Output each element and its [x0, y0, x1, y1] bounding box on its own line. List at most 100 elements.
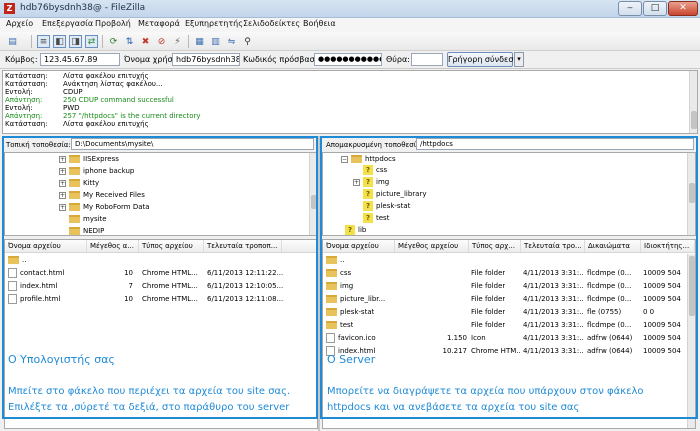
column-size[interactable]: Μέγεθος α... — [87, 240, 139, 252]
column-type[interactable]: Τύπος αρχείου — [139, 240, 204, 252]
column-type[interactable]: Τύπος αρχ... — [469, 240, 521, 252]
reconnect-icon[interactable]: ⚡ — [171, 35, 184, 48]
column-size[interactable]: Μέγεθος αρχείου — [395, 240, 469, 252]
minimize-button[interactable]: ‒ — [618, 1, 642, 16]
menu-help[interactable]: Βοήθεια — [303, 19, 336, 28]
toolbar-separator — [188, 35, 189, 48]
tree-item[interactable]: − httpdocs — [341, 154, 396, 165]
toggle-local-tree-icon[interactable]: ◧ — [53, 35, 66, 48]
search-icon[interactable]: ⚲ — [241, 35, 254, 48]
tree-item[interactable]: ? picture_library — [363, 189, 426, 200]
cancel-icon[interactable]: ✖ — [139, 35, 152, 48]
local-directory-tree[interactable]: + IISExpress + iphone backup + Kitty + My Re… — [4, 152, 318, 236]
remote-path-label: Απομακρυσμένη τοποθεσία: — [326, 141, 424, 149]
local-file-list[interactable]: Όνομα αρχείου Μέγεθος α... Τύπος αρχείου… — [4, 239, 318, 429]
local-caption-line1: Μπείτε στο φάκελο που περιέχει τα αρχεία… — [8, 386, 291, 397]
password-input[interactable]: ●●●●●●●●●●●●● — [314, 53, 382, 66]
compare-icon[interactable]: ▥ — [209, 35, 222, 48]
window-title: hdb76bysdnh38@ - FileZilla — [20, 3, 146, 13]
port-input[interactable] — [411, 53, 443, 66]
folder-icon — [8, 256, 19, 264]
column-modified[interactable]: Τελευταία τρο... — [521, 240, 585, 252]
site-manager-icon[interactable]: ▤ — [6, 35, 19, 48]
folder-icon — [326, 269, 337, 277]
unknown-folder-icon: ? — [363, 177, 373, 187]
filter-icon[interactable]: ▦ — [193, 35, 206, 48]
username-input[interactable]: hdb76bysdnh38 — [172, 53, 240, 66]
column-filename[interactable]: Όνομα αρχείου — [323, 240, 395, 252]
tree-item[interactable]: + IISExpress — [59, 154, 119, 165]
folder-icon — [326, 308, 337, 316]
column-owner[interactable]: Ιδιοκτήτης... — [641, 240, 695, 252]
port-label: Θύρα: — [386, 55, 410, 64]
folder-icon — [326, 321, 337, 329]
tree-item[interactable]: ? lib — [345, 225, 366, 235]
menu-server[interactable]: Εξυπηρετητής — [185, 19, 243, 28]
toolbar — [0, 32, 700, 51]
column-permissions[interactable]: Δικαιώματα — [585, 240, 641, 252]
remote-caption-line1: Μπορείτε να διαγράψετε τα αρχεία που υπά… — [327, 386, 644, 397]
maximize-button[interactable]: □ — [643, 1, 667, 16]
tree-item[interactable]: + iphone backup — [59, 166, 134, 177]
pane-splitter[interactable] — [318, 136, 320, 431]
local-caption-title: Ο Υπολογιστής σας — [8, 353, 115, 366]
unknown-folder-icon: ? — [363, 213, 373, 223]
tree-item[interactable]: ? test — [363, 213, 389, 224]
column-filename[interactable]: Όνομα αρχείου — [5, 240, 87, 252]
refresh-icon[interactable]: ⟳ — [107, 35, 120, 48]
process-queue-icon[interactable]: ⇅ — [123, 35, 136, 48]
toggle-queue-icon[interactable]: ⇄ — [85, 35, 98, 48]
toggle-remote-tree-icon[interactable]: ◨ — [69, 35, 82, 48]
tree-item[interactable]: + Kitty — [59, 178, 99, 189]
folder-icon — [326, 295, 337, 303]
host-input[interactable]: 123.45.67.89 — [40, 53, 120, 66]
folder-icon — [69, 155, 80, 163]
message-log[interactable]: Κατάσταση: Λίστα φακέλου επιτυχής Κατάστα… — [2, 70, 698, 134]
close-button[interactable]: ✕ — [668, 1, 698, 16]
tree-item[interactable]: mysite — [69, 214, 107, 225]
folder-icon — [69, 179, 80, 187]
unknown-folder-icon: ? — [345, 225, 355, 235]
log-scrollbar[interactable] — [689, 71, 697, 133]
menu-file[interactable]: Αρχείο — [6, 19, 33, 28]
toolbar-separator — [31, 35, 32, 48]
file-icon — [326, 333, 335, 343]
filezilla-logo-icon: Z — [4, 3, 15, 14]
folder-icon — [351, 155, 362, 163]
local-caption-line2: Επιλέξτε τα ,σύρετέ τα δεξιά, στο παράθυ… — [8, 402, 290, 413]
remote-caption-line2: httpdocs και να ανεβάσετε τα αρχεία του … — [327, 402, 580, 413]
menu-view[interactable]: Προβολή — [95, 19, 131, 28]
file-icon — [8, 268, 17, 278]
local-path-input[interactable]: D:\Documents\mysite\ — [71, 138, 314, 150]
disconnect-icon[interactable]: ⊘ — [155, 35, 168, 48]
tree-item[interactable]: + My RoboForm Data — [59, 202, 150, 213]
local-file-header: Όνομα αρχείου Μέγεθος α... Τύπος αρχείου… — [5, 240, 317, 253]
remote-file-header: Όνομα αρχείου Μέγεθος αρχείου Τύπος αρχ.… — [323, 240, 695, 253]
tree-item[interactable]: ? plesk-stat — [363, 201, 410, 212]
unknown-folder-icon: ? — [363, 189, 373, 199]
toggle-log-icon[interactable]: ≡ — [37, 35, 50, 48]
tree-item[interactable]: NEDIP — [69, 226, 104, 235]
sync-browse-icon[interactable]: ⇋ — [225, 35, 238, 48]
remote-file-list[interactable]: Όνομα αρχείου Μέγεθος αρχείου Τύπος αρχ.… — [322, 239, 696, 429]
remote-list-scrollbar[interactable] — [687, 254, 695, 428]
tree-item[interactable]: + My Received Files — [59, 190, 145, 201]
remote-directory-tree[interactable]: − httpdocs ? css +? img ? picture_library ? p… — [322, 152, 696, 236]
tree-item[interactable]: +? img — [353, 177, 389, 188]
column-modified[interactable]: Τελευταία τροποπ... — [204, 240, 282, 252]
quickconnect-button[interactable]: Γρήγορη σύνδεση — [447, 52, 518, 67]
remote-path-input[interactable]: /httpdocs — [416, 138, 694, 150]
file-icon — [8, 281, 17, 291]
tree-item[interactable]: ? css — [363, 165, 387, 176]
folder-icon — [69, 203, 80, 211]
local-tree-scrollbar[interactable] — [309, 153, 317, 235]
unknown-folder-icon: ? — [363, 201, 373, 211]
menu-transfer[interactable]: Μεταφορά — [138, 19, 180, 28]
remote-caption-title: Ο Server — [327, 353, 376, 366]
remote-tree-scrollbar[interactable] — [687, 153, 695, 235]
menu-edit[interactable]: Επεξεργασία — [42, 19, 93, 28]
folder-icon — [69, 227, 80, 235]
menu-bookmarks[interactable]: Σελιδοδείκτες — [243, 19, 300, 28]
unknown-folder-icon: ? — [363, 165, 373, 175]
quickconnect-dropdown-icon[interactable]: ▾ — [514, 52, 524, 67]
